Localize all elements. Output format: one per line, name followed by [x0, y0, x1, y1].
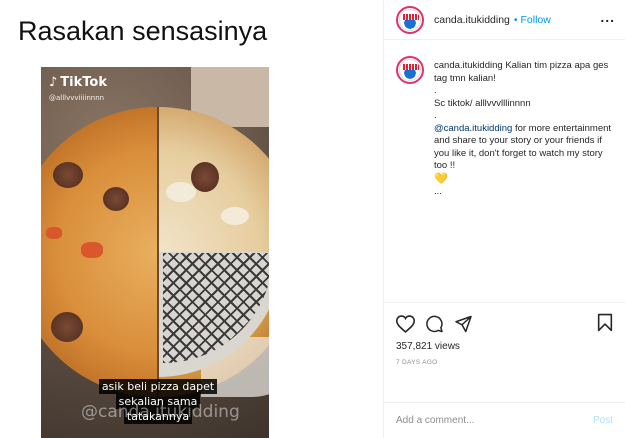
tiktok-brand: TikTok: [60, 75, 107, 90]
post-timestamp[interactable]: 7 DAYS AGO: [396, 359, 613, 366]
header-username[interactable]: canda.itukidding: [434, 14, 510, 26]
topping-sausage: [53, 162, 83, 188]
tiktok-video[interactable]: ♪ TikTok @alllvvviiiinnnn asik beli pizz…: [41, 67, 269, 438]
topping-cheese: [166, 182, 196, 202]
yellow-heart-emoji: 💛: [434, 172, 448, 185]
video-watermark: @canda.itukidding: [81, 402, 240, 422]
comment-mention[interactable]: @canda.itukidding: [434, 123, 512, 134]
tiktok-logo: ♪ TikTok: [49, 75, 107, 90]
avatar-image: [399, 59, 421, 81]
comment-dot: .: [434, 110, 437, 121]
share-icon[interactable]: [454, 315, 473, 333]
post-comment-button[interactable]: Post: [593, 415, 613, 426]
meme-caption: Rasakan sensasinya: [18, 16, 268, 46]
caption-comment: canda.itukidding Kalian tim pizza apa ge…: [396, 56, 613, 199]
add-comment-bar: Post: [384, 402, 625, 438]
comments-section: canda.itukidding Kalian tim pizza apa ge…: [384, 40, 625, 302]
post-media: Rasakan sensasinya ♪ TikTok @alllvvviiii…: [0, 0, 383, 438]
post-header: canda.itukidding • Follow ...: [384, 0, 625, 40]
comment-username[interactable]: canda.itukidding: [434, 60, 503, 71]
action-icon-row: [396, 311, 613, 337]
comment-icon[interactable]: [425, 315, 444, 333]
tiktok-note-icon: ♪: [49, 75, 58, 90]
avatar[interactable]: [396, 5, 424, 34]
comment-body: canda.itukidding Kalian tim pizza apa ge…: [434, 60, 613, 199]
topping-cheese: [221, 207, 249, 225]
comment-ellipsis: ...: [434, 186, 442, 197]
comment-input[interactable]: [396, 415, 576, 426]
follow-label: Follow: [520, 13, 551, 26]
topping-pepper: [81, 242, 103, 258]
instagram-post: Rasakan sensasinya ♪ TikTok @alllvvviiii…: [0, 0, 625, 438]
topping-pepper: [46, 227, 62, 239]
separator-dot: •: [513, 13, 518, 26]
more-horizontal-icon[interactable]: ...: [600, 10, 615, 24]
comment-dot: .: [434, 85, 437, 96]
post-side-panel: canda.itukidding • Follow ... canda.ituk…: [383, 0, 625, 438]
bookmark-icon[interactable]: [597, 313, 613, 332]
topping-sausage: [51, 312, 83, 342]
avatar-image: [399, 8, 421, 31]
pizza-cut-line: [157, 107, 159, 397]
comment-source: Sc tiktok/ alllvvvlllinnnn: [434, 97, 531, 109]
comment-avatar[interactable]: [396, 56, 424, 84]
follow-button[interactable]: • Follow: [514, 14, 551, 26]
topping-sausage: [191, 162, 219, 192]
subtitle-line: asik beli pizza dapet: [98, 379, 218, 394]
tiktok-username: @alllvvviiiinnnn: [49, 94, 105, 102]
post-actions: 357,821 views 7 DAYS AGO: [384, 302, 625, 402]
topping-sausage: [103, 187, 129, 211]
view-count[interactable]: 357,821 views: [396, 341, 613, 352]
heart-icon[interactable]: [396, 315, 415, 333]
